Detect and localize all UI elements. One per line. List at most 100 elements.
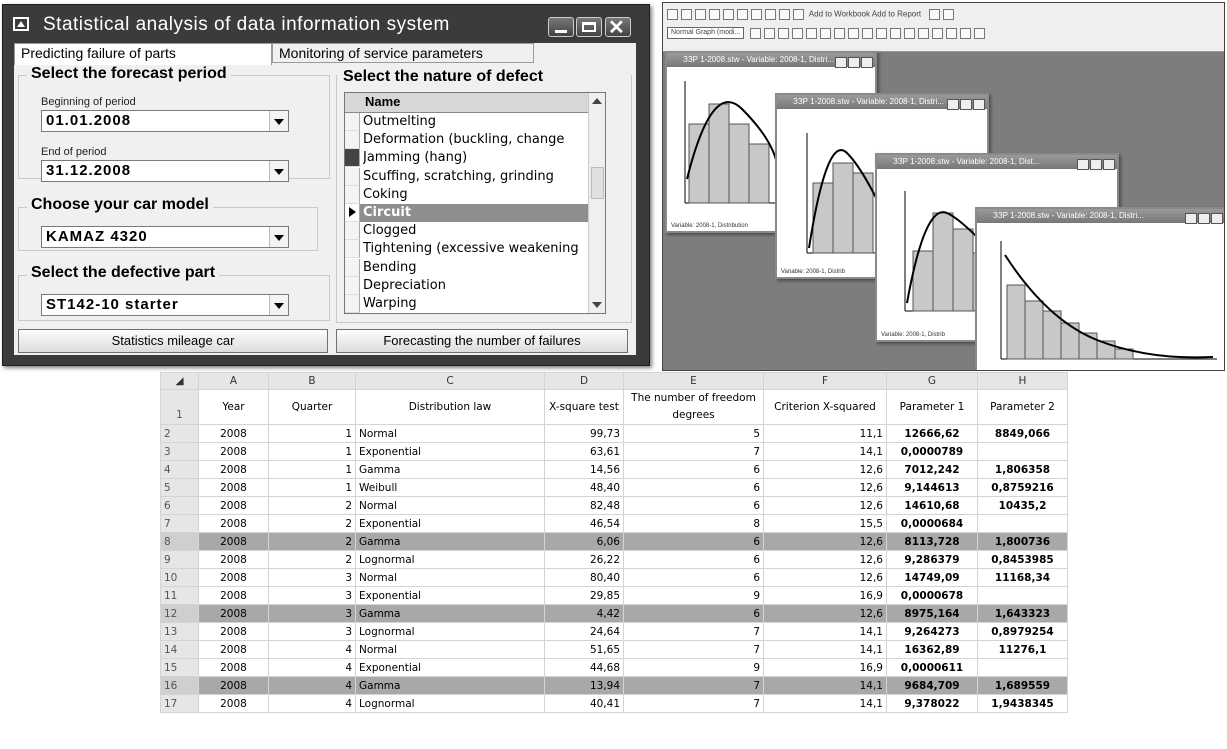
print-icon[interactable] — [709, 9, 720, 20]
table-cell[interactable]: 1,9438345 — [977, 694, 1068, 713]
table-cell[interactable]: 8 — [623, 514, 764, 533]
column-header[interactable]: D — [544, 372, 624, 390]
table-cell[interactable]: 4,42 — [544, 604, 624, 623]
table-cell[interactable] — [977, 514, 1068, 533]
table-cell[interactable]: 1 — [268, 424, 356, 443]
maximize-icon[interactable] — [1198, 213, 1210, 224]
table-cell[interactable]: 3 — [268, 568, 356, 587]
table-cell[interactable]: 7012,242 — [886, 460, 978, 479]
close-button[interactable]: ✕ — [605, 17, 631, 39]
table-cell[interactable]: 2 — [268, 550, 356, 569]
graph-type-select[interactable]: Normal Graph (modi... — [667, 27, 745, 39]
table-cell[interactable]: 1,800736 — [977, 532, 1068, 551]
table-cell[interactable]: 2008 — [198, 586, 269, 605]
table-cell[interactable]: 7 — [623, 622, 764, 641]
table-cell[interactable]: Weibull — [355, 478, 545, 497]
table-cell[interactable]: 6 — [623, 604, 764, 623]
table-cell[interactable] — [977, 658, 1068, 677]
table-cell[interactable]: Gamma — [355, 532, 545, 551]
table-cell[interactable]: 4 — [268, 658, 356, 677]
scroll-up-icon[interactable] — [589, 93, 605, 109]
begin-period-select[interactable]: 01.01.2008 — [41, 110, 289, 132]
table-cell[interactable]: 6 — [623, 478, 764, 497]
tab-predicting-failure[interactable]: Predicting failure of parts — [14, 43, 272, 65]
close-icon[interactable] — [1103, 159, 1115, 170]
defect-list-item[interactable]: Outmelting — [345, 113, 595, 131]
table-cell[interactable]: Exponential — [355, 442, 545, 461]
table-cell[interactable]: 12,6 — [763, 550, 887, 569]
defect-list-item[interactable]: Tightening (excessive weakening — [345, 240, 595, 259]
arrow-icon[interactable] — [890, 27, 902, 39]
table-cell[interactable]: 7 — [623, 694, 764, 713]
table-cell[interactable]: 14,1 — [763, 676, 887, 695]
table-cell[interactable]: 14,1 — [763, 442, 887, 461]
table-cell[interactable]: 6 — [623, 568, 764, 587]
table-cell[interactable]: 2 — [268, 496, 356, 515]
row-number[interactable]: 6 — [160, 496, 199, 515]
row-number[interactable]: 10 — [160, 568, 199, 587]
row-number[interactable]: 4 — [160, 460, 199, 479]
table-cell[interactable]: 15,5 — [763, 514, 887, 533]
cut-icon[interactable] — [737, 9, 748, 20]
table-cell[interactable]: 9,378022 — [886, 694, 978, 713]
row-number[interactable]: 15 — [160, 658, 199, 677]
table-cell[interactable]: 2 — [268, 514, 356, 533]
table-cell[interactable]: 13,94 — [544, 676, 624, 695]
table-cell[interactable]: 0,0000684 — [886, 514, 978, 533]
defect-list-item[interactable]: Jamming (hang) — [345, 149, 595, 168]
table-cell[interactable]: 9 — [623, 658, 764, 677]
header-cell[interactable]: Distribution law — [355, 389, 545, 425]
paste-icon[interactable] — [765, 9, 776, 20]
minimize-icon[interactable] — [947, 99, 959, 110]
table-cell[interactable]: 12,6 — [763, 568, 887, 587]
table-cell[interactable]: 12,6 — [763, 532, 887, 551]
defect-list-item[interactable]: Scuffing, scratching, grinding — [345, 167, 595, 186]
help-icon[interactable] — [943, 9, 955, 20]
layout-icon[interactable] — [792, 27, 804, 39]
table-cell[interactable]: 1,643323 — [977, 604, 1068, 623]
preview-icon[interactable] — [723, 9, 734, 20]
table-cell[interactable] — [977, 442, 1068, 461]
maximize-button[interactable] — [576, 17, 602, 37]
row-number[interactable]: 12 — [160, 604, 199, 623]
table-cell[interactable]: 1 — [268, 478, 356, 497]
header-cell[interactable]: Year — [198, 389, 269, 425]
table-cell[interactable]: 8975,164 — [886, 604, 978, 623]
line-icon[interactable] — [848, 27, 860, 39]
chevron-down-icon[interactable] — [269, 161, 288, 181]
table-cell[interactable] — [977, 586, 1068, 605]
table-cell[interactable]: 99,73 — [544, 424, 624, 443]
corner-cell[interactable]: ◢ — [160, 372, 199, 390]
table-cell[interactable]: 2 — [268, 532, 356, 551]
table-cell[interactable]: 16362,89 — [886, 640, 978, 659]
table-cell[interactable]: 9,264273 — [886, 622, 978, 641]
columns-icon[interactable] — [946, 27, 958, 39]
table-cell[interactable]: 1 — [268, 442, 356, 461]
table-cell[interactable]: 14,1 — [763, 694, 887, 713]
table-cell[interactable]: 12666,62 — [886, 424, 978, 443]
format-icon[interactable] — [960, 27, 972, 39]
minimize-icon[interactable] — [1077, 159, 1089, 170]
save-icon[interactable] — [695, 9, 706, 20]
table-cell[interactable]: Gamma — [355, 604, 545, 623]
open-icon[interactable] — [681, 9, 692, 20]
defect-list-item[interactable]: Bending — [345, 258, 595, 277]
table-cell[interactable]: 9,286379 — [886, 550, 978, 569]
rect-icon[interactable] — [862, 27, 874, 39]
table-cell[interactable]: 3 — [268, 622, 356, 641]
table-cell[interactable]: 2008 — [198, 604, 269, 623]
table-cell[interactable]: 4 — [268, 694, 356, 713]
header-cell[interactable]: Parameter 1 — [886, 389, 978, 425]
column-header[interactable]: C — [355, 372, 545, 390]
table-cell[interactable]: 26,22 — [544, 550, 624, 569]
table-cell[interactable]: 2008 — [198, 550, 269, 569]
pointer-icon[interactable] — [820, 27, 832, 39]
table-cell[interactable]: 9 — [623, 586, 764, 605]
row-number[interactable]: 9 — [160, 550, 199, 569]
close-icon[interactable] — [861, 57, 873, 68]
header-cell[interactable]: Quarter — [268, 389, 356, 425]
forecasting-failures-button[interactable]: Forecasting the number of failures — [336, 329, 628, 353]
close-icon[interactable] — [1211, 213, 1223, 224]
row-number[interactable]: 17 — [160, 694, 199, 713]
table-cell[interactable]: Exponential — [355, 658, 545, 677]
